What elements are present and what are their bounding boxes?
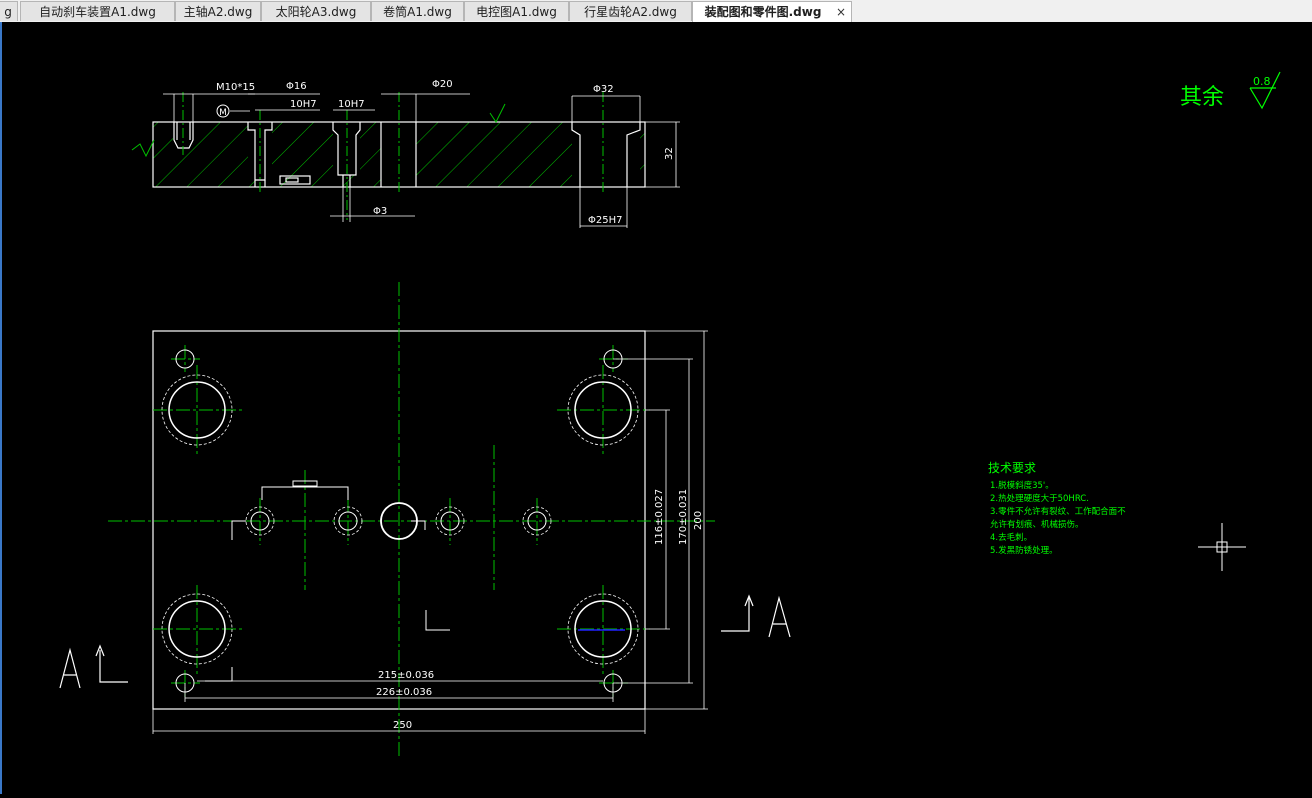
dim-170: 170±0.031 <box>678 489 689 545</box>
plan-view: A A 215±0.036 226±0.036 250 116±0.027 17… <box>59 282 791 758</box>
tab-electric[interactable]: 电控图A1.dwg <box>464 1 569 21</box>
tab-label: 主轴A2.dwg <box>183 5 253 19</box>
tab-partial[interactable]: g <box>0 1 18 21</box>
dim-m10: M10*15 <box>216 82 255 93</box>
tab-assembly-active[interactable]: 装配图和零件图.dwg × <box>692 1 852 23</box>
tab-sun-gear[interactable]: 太阳轮A3.dwg <box>261 1 371 21</box>
tech-req-line: 1.脱模斜度35'。 <box>990 480 1054 491</box>
cad-drawing: M M10*15 Φ16 10H7 10H7 Φ20 Φ32 Φ25H7 Φ3 … <box>59 71 1281 758</box>
section-mark-left: A <box>70 686 71 689</box>
tab-auto-brake[interactable]: 自动刹车装置A1.dwg <box>20 1 175 21</box>
tab-label: 太阳轮A3.dwg <box>275 5 357 19</box>
dim-250: 250 <box>393 720 412 731</box>
tab-drum[interactable]: 卷筒A1.dwg <box>371 1 464 21</box>
tab-planet-gear[interactable]: 行星齿轮A2.dwg <box>569 1 692 21</box>
dim-d3: Φ3 <box>373 206 387 217</box>
dim-10h7-b: 10H7 <box>338 99 365 110</box>
tab-label: 装配图和零件图.dwg <box>704 5 822 19</box>
viewport-left-edge <box>0 22 2 794</box>
tech-req-line: 2.热处理硬度大于50HRC. <box>990 493 1089 504</box>
dim-d20: Φ20 <box>432 79 453 90</box>
tab-label: 卷筒A1.dwg <box>383 5 452 19</box>
tab-label: 行星齿轮A2.dwg <box>584 5 677 19</box>
document-tab-bar: g 自动刹车装置A1.dwg 主轴A2.dwg 太阳轮A3.dwg 卷筒A1.d… <box>0 0 1312 23</box>
dim-10h7-a: 10H7 <box>290 99 317 110</box>
tab-label: 自动刹车装置A1.dwg <box>39 5 156 19</box>
dim-d32: Φ32 <box>593 84 614 95</box>
tech-req-line: 3.零件不允许有裂纹、工作配合面不 <box>990 506 1126 517</box>
tech-req-line: 4.去毛刺。 <box>990 532 1032 543</box>
dim-226: 226±0.036 <box>376 687 432 698</box>
dim-m-mark: M <box>219 108 227 118</box>
dim-d25: Φ25H7 <box>588 215 622 226</box>
roughness-label: 其余 <box>1180 85 1224 110</box>
crosshair-cursor-icon <box>1198 523 1246 571</box>
tech-req-line: 5.发黑防锈处理。 <box>990 545 1058 556</box>
technical-requirements: 技术要求 1.脱模斜度35'。 2.热处理硬度大于50HRC. 3.零件不允许有… <box>988 461 1126 556</box>
section-view: M M10*15 Φ16 10H7 10H7 Φ20 Φ32 Φ25H7 Φ3 … <box>131 79 680 228</box>
tech-req-line: 允许有划痕、机械损伤。 <box>990 519 1084 530</box>
drawing-canvas[interactable]: M M10*15 Φ16 10H7 10H7 Φ20 Φ32 Φ25H7 Φ3 … <box>0 22 1312 794</box>
tab-main-shaft[interactable]: 主轴A2.dwg <box>175 1 261 21</box>
dim-200: 200 <box>693 511 704 530</box>
roughness-note: 其余 0.8 <box>1180 71 1281 110</box>
close-icon[interactable]: × <box>836 2 846 22</box>
dim-d16: Φ16 <box>286 81 307 92</box>
tab-label: g <box>4 5 12 19</box>
tech-req-title: 技术要求 <box>988 461 1036 475</box>
dim-thickness: 32 <box>664 147 675 160</box>
roughness-value: 0.8 <box>1253 75 1271 88</box>
dim-116: 116±0.027 <box>654 489 665 545</box>
tab-label: 电控图A1.dwg <box>476 5 557 19</box>
section-mark-right: A <box>779 635 780 638</box>
dim-215: 215±0.036 <box>378 670 434 681</box>
